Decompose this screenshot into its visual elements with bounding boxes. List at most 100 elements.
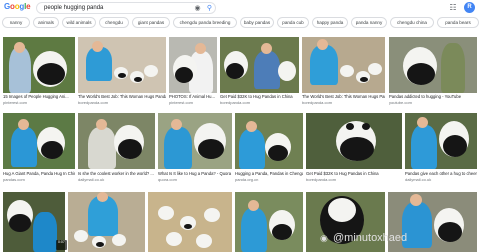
- chip-happy-panda[interactable]: happy panda: [312, 17, 348, 28]
- result-tile[interactable]: Is she the coolest worker in the world? …: [78, 113, 155, 189]
- result-image[interactable]: [389, 37, 477, 93]
- result-image[interactable]: [78, 37, 166, 93]
- chip-panda-bears[interactable]: panda bears: [437, 17, 479, 28]
- result-tile[interactable]: [148, 192, 232, 252]
- person-figure: [241, 208, 267, 252]
- panda-limbs: [198, 139, 224, 159]
- person-figure: [33, 212, 57, 252]
- result-caption[interactable]: Hugging a Panda, Pandas in Chengdu, Chin…: [235, 171, 303, 176]
- result-source[interactable]: pandas.com: [3, 177, 75, 182]
- result-source[interactable]: boredpanda.com: [220, 100, 299, 105]
- chip-baby-pandas[interactable]: baby pandas: [240, 17, 274, 28]
- result-tile[interactable]: The World's Best Job: This Woman Hugs Pa…: [78, 37, 166, 111]
- result-image[interactable]: [169, 37, 217, 93]
- panda-limbs: [272, 224, 292, 240]
- result-tile[interactable]: Pandas give each other a hug to cheer...…: [405, 113, 477, 189]
- result-image[interactable]: [158, 113, 232, 169]
- result-caption[interactable]: Get Paid $32K to Hug Pandas in China: [220, 94, 299, 99]
- chip-chengdu[interactable]: chengdu: [99, 17, 129, 28]
- person-head: [317, 39, 328, 50]
- panda-patch: [118, 73, 126, 78]
- result-source[interactable]: pinterest.com: [169, 100, 217, 105]
- panda-patch: [96, 242, 104, 247]
- result-caption[interactable]: Pandas addicted to hugging - YouTube: [389, 94, 477, 99]
- panda-cub: [158, 206, 174, 220]
- result-caption[interactable]: Get Paid $32K to Hug Pandas in China: [306, 171, 402, 176]
- result-image[interactable]: [148, 192, 232, 252]
- result-tile[interactable]: Get Paid $32K to Hug Pandas in China bor…: [220, 37, 299, 111]
- result-image[interactable]: [235, 192, 303, 252]
- result-image[interactable]: [3, 37, 75, 93]
- result-image[interactable]: [68, 192, 145, 252]
- result-caption[interactable]: Is she the coolest worker in the world? …: [78, 171, 155, 176]
- chip-chengdu-china[interactable]: chengdu china: [390, 17, 434, 28]
- result-image[interactable]: [220, 37, 299, 93]
- person-head: [248, 200, 259, 211]
- result-source[interactable]: boredpanda.com: [306, 177, 402, 182]
- camera-icon[interactable]: ◉: [193, 4, 202, 13]
- result-tile[interactable]: Pandas addicted to hugging - YouTube you…: [389, 37, 477, 111]
- result-source[interactable]: dailymail.co.uk: [78, 177, 155, 182]
- result-image[interactable]: [306, 113, 402, 169]
- result-tile[interactable]: [68, 192, 145, 252]
- chip-animals[interactable]: animals: [33, 17, 59, 28]
- result-caption[interactable]: Pandas give each other a hug to cheer...: [405, 171, 477, 176]
- person-head: [261, 43, 272, 54]
- result-image[interactable]: [3, 113, 75, 169]
- person-head: [246, 121, 257, 132]
- result-source[interactable]: youtube.com: [389, 100, 477, 105]
- search-icon[interactable]: ⚲: [205, 4, 214, 13]
- result-source[interactable]: boredpanda.com: [78, 100, 166, 105]
- result-caption[interactable]: PHOTOS: If Animal Hu...: [169, 94, 217, 99]
- result-image[interactable]: [235, 113, 303, 169]
- avatar[interactable]: R: [464, 2, 475, 13]
- result-source[interactable]: pinterest.com: [3, 100, 75, 105]
- result-source[interactable]: quora.com: [158, 177, 232, 182]
- result-caption[interactable]: What Is It like to Hug a Panda? - Quora: [158, 171, 232, 176]
- chip-chengdu-panda-breeding[interactable]: chengdu panda breeding: [173, 17, 237, 28]
- panda-cub: [74, 230, 88, 242]
- result-image[interactable]: [405, 113, 477, 169]
- search-input[interactable]: people hugging panda: [44, 4, 103, 13]
- person-head: [410, 194, 422, 206]
- panda-limbs: [226, 63, 244, 79]
- result-caption[interactable]: The World's Best Job: This Woman Hugs Pa…: [302, 94, 385, 99]
- person-head: [195, 43, 206, 54]
- result-tile[interactable]: The World's Best Job: This Woman Hugs Pa…: [302, 37, 385, 111]
- chip-nanny[interactable]: nanny: [2, 17, 30, 28]
- search-box[interactable]: people hugging panda ◉ ⚲: [36, 2, 216, 14]
- result-image[interactable]: [302, 37, 385, 93]
- result-caption[interactable]: The World's Best Job: This Woman Hugs Pa…: [78, 94, 166, 99]
- google-logo[interactable]: Google: [4, 2, 31, 11]
- result-tile[interactable]: Hug A Giant Panda, Panda Hug In China ..…: [3, 113, 75, 189]
- chip-giant-pandas[interactable]: giant pandas: [132, 17, 170, 28]
- result-tile[interactable]: PHOTOS: If Animal Hu... pinterest.com: [169, 37, 217, 111]
- result-source[interactable]: dailymail.co.uk: [405, 177, 477, 182]
- result-caption[interactable]: 15 Images of People Hugging Ani...: [3, 94, 75, 99]
- video-duration-badge: 0:07: [56, 240, 67, 250]
- result-source[interactable]: boredpanda.com: [302, 100, 385, 105]
- result-tile[interactable]: What Is It like to Hug a Panda? - Quora …: [158, 113, 232, 189]
- panda-ear: [346, 123, 354, 130]
- result-tile[interactable]: Hugging a Panda, Pandas in Chengdu, Chin…: [235, 113, 303, 189]
- result-image[interactable]: [78, 113, 155, 169]
- result-tile[interactable]: Get Paid $32K to Hug Pandas in China bor…: [306, 113, 402, 189]
- result-tile[interactable]: [235, 192, 303, 252]
- person-head: [417, 117, 428, 128]
- result-source[interactable]: panda.org.cn: [235, 177, 303, 182]
- panda-cub: [340, 65, 354, 77]
- panda-limbs: [118, 139, 142, 159]
- apps-grid-icon[interactable]: ☷: [448, 3, 458, 13]
- person-figure: [239, 129, 265, 169]
- person-head: [14, 42, 25, 53]
- result-tile[interactable]: 15 Images of People Hugging Ani... pinte…: [3, 37, 75, 111]
- chip-panda-cub[interactable]: panda cub: [277, 17, 309, 28]
- chip-wild-animals[interactable]: wild animals: [62, 17, 96, 28]
- chip-panda-nanny[interactable]: panda nanny: [351, 17, 387, 28]
- panda-limbs: [407, 63, 435, 85]
- person-figure: [164, 127, 192, 169]
- person-figure: [310, 45, 338, 85]
- result-caption[interactable]: Hug A Giant Panda, Panda Hug In China ..…: [3, 171, 75, 176]
- panda-patch: [360, 77, 368, 82]
- panda-cub: [196, 234, 212, 248]
